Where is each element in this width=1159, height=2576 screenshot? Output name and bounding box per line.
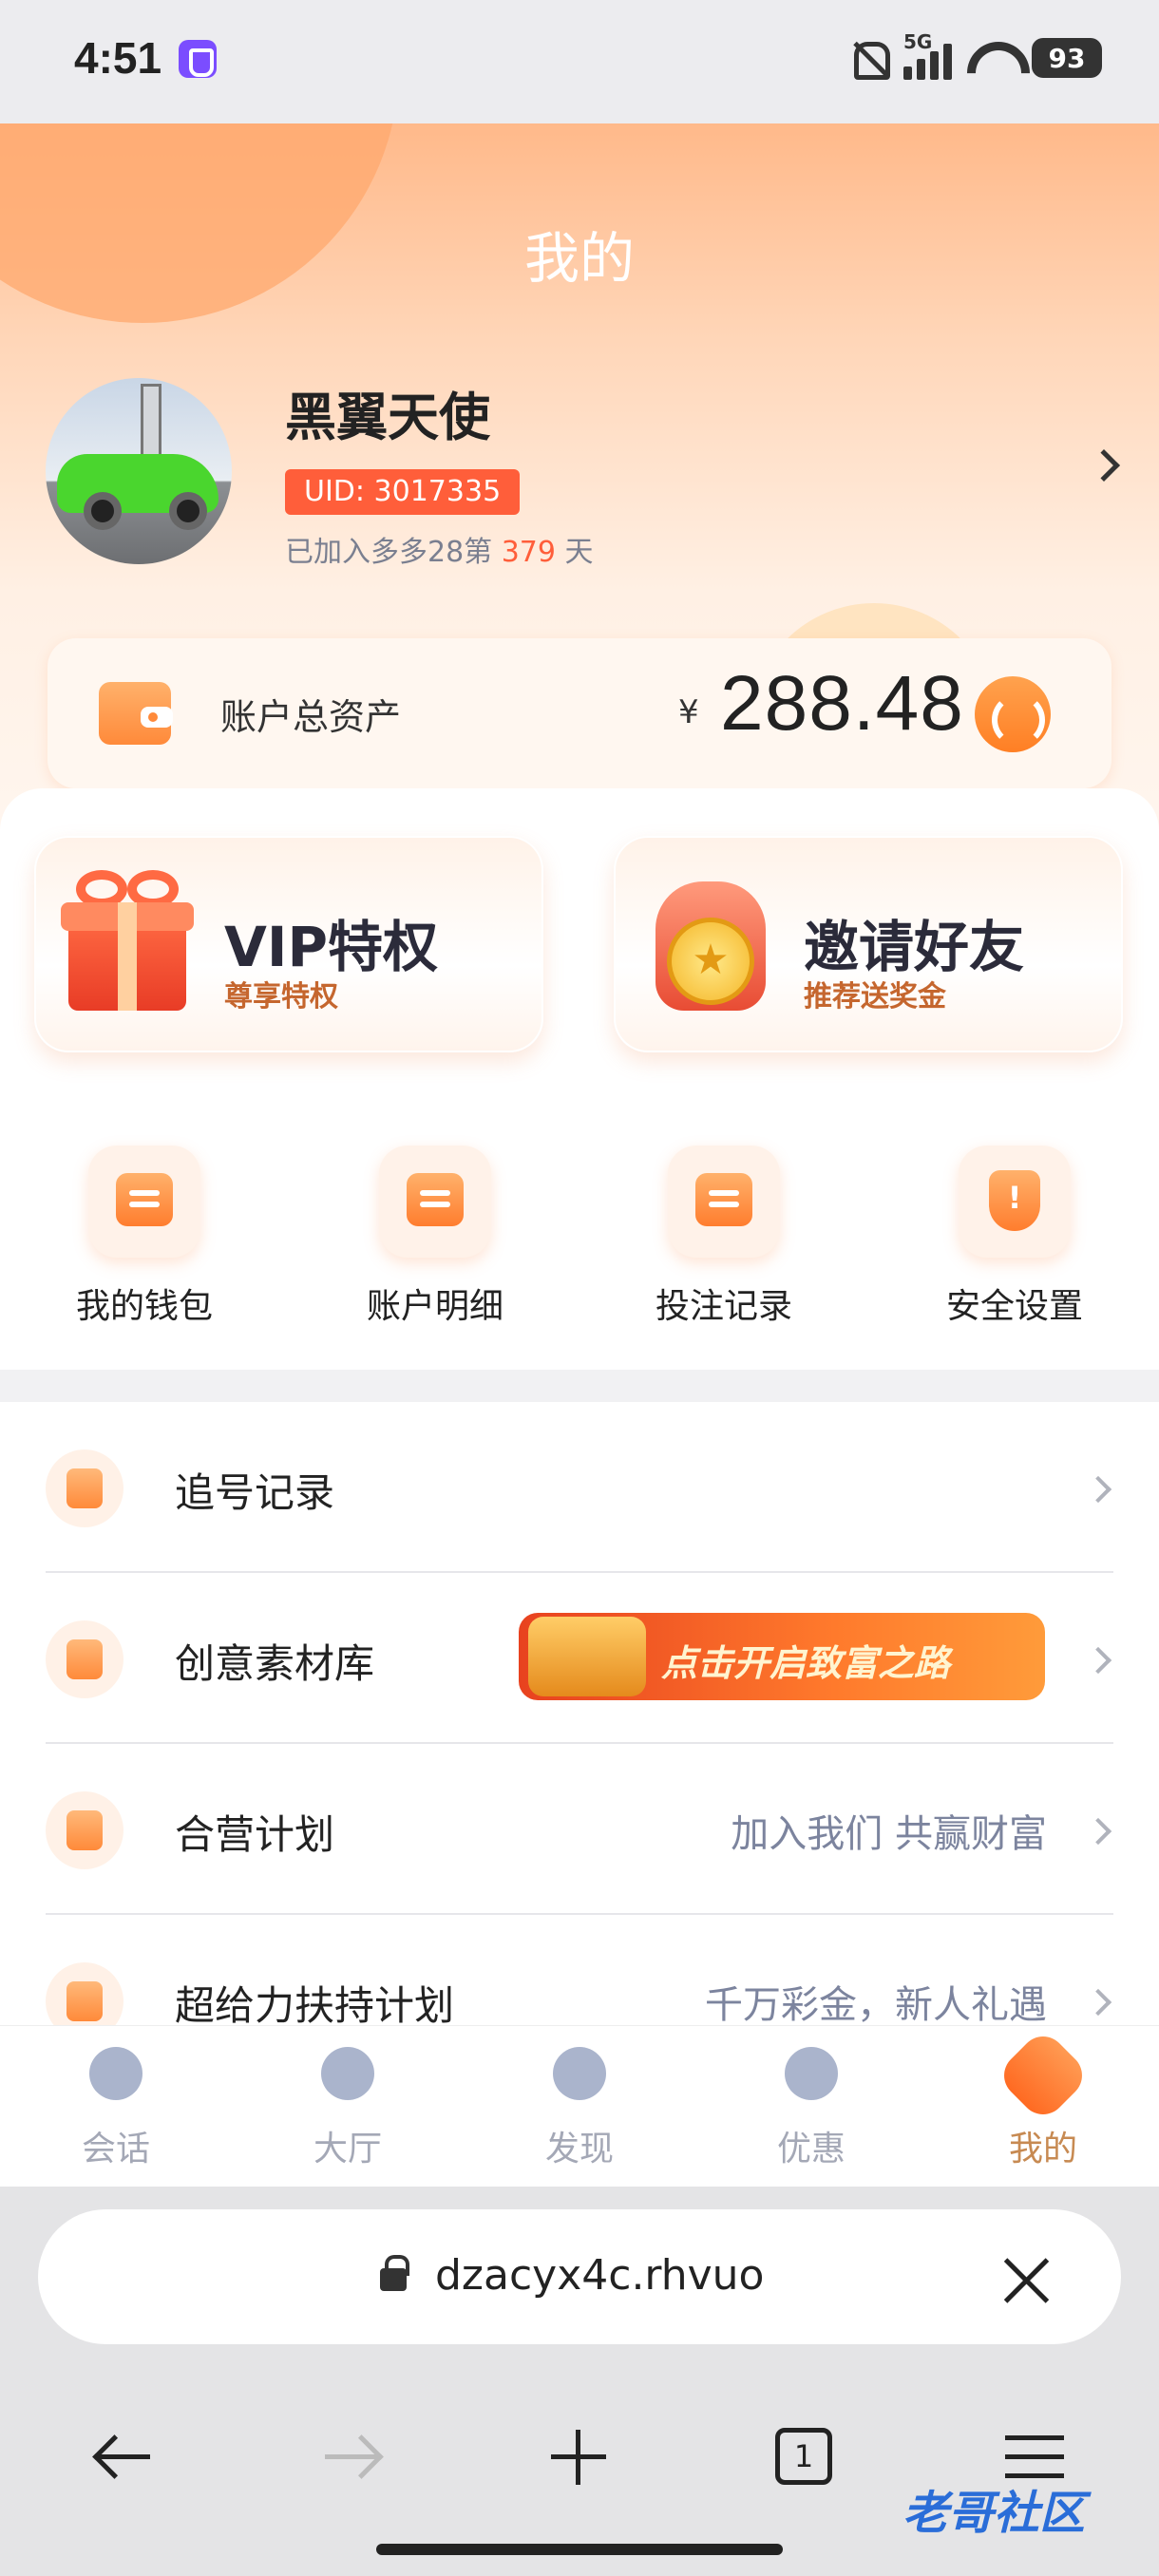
url-text[interactable]: dzacyx4c.rhvuo (435, 2251, 787, 2300)
tab-lobby[interactable]: 大厅 (253, 2047, 443, 2180)
invite-friends-card[interactable]: 邀请好友 推荐送奖金 (614, 836, 1123, 1052)
shield-icon (959, 1146, 1071, 1258)
username: 黑翼天使 (285, 388, 490, 447)
tab-label: 会话 (81, 2130, 150, 2169)
list-item-follow-record[interactable]: 追号记录 (46, 1402, 1113, 1573)
network-type: 5G (903, 30, 933, 53)
vip-privilege-card[interactable]: VIP特权 尊享特权 (34, 836, 543, 1052)
list-item-partner-plan[interactable]: 合营计划 加入我们 共赢财富 (46, 1744, 1113, 1915)
join-prefix: 已加入多多28第 (285, 536, 502, 569)
tab-label: 我的 (1008, 2130, 1077, 2169)
quick-action-statement[interactable]: 账户明细 (331, 1136, 540, 1326)
battery-indicator: 93 (1032, 38, 1102, 78)
quick-action-security[interactable]: 安全设置 (910, 1136, 1119, 1326)
join-info: 已加入多多28第 379 天 (285, 528, 594, 570)
tab-label: 发现 (544, 2130, 614, 2169)
tab-count: 1 (775, 2428, 832, 2485)
wallet-icon (99, 676, 173, 748)
promo-title: VIP特权 (224, 915, 438, 979)
coin-hand-icon (635, 862, 787, 1022)
chevron-right-icon (1084, 1475, 1112, 1504)
status-time: 4:51 (74, 33, 162, 83)
bottom-tab-bar: 会话 大厅 发现 优惠 我的 (0, 2025, 1159, 2187)
tab-mine[interactable]: 我的 (948, 2027, 1138, 2180)
home-indicator[interactable] (376, 2544, 783, 2555)
address-bar[interactable]: dzacyx4c.rhvuo (38, 2209, 1121, 2344)
tab-offers[interactable]: 优惠 (716, 2047, 906, 2180)
avatar[interactable] (46, 378, 232, 564)
chevron-right-icon (1084, 1988, 1112, 2017)
promo-subtitle: 尊享特权 (224, 980, 338, 1013)
forward-button[interactable] (310, 2415, 395, 2500)
refresh-button[interactable] (975, 676, 1051, 752)
list-item-detail: 千万彩金，新人礼遇 (705, 1983, 1047, 2027)
page-title: 我的 (523, 226, 635, 291)
tab-discover[interactable]: 发现 (484, 2047, 674, 2180)
tab-label: 大厅 (313, 2130, 382, 2169)
join-suffix: 天 (555, 536, 594, 569)
menu-list: 追号记录 创意素材库 点击开启致富之路 合营计划 加入我们 共赢财富 超给力扶持… (0, 1402, 1159, 2029)
browser-toolbar: dzacyx4c.rhvuo 1 老哥社区 (0, 2187, 1159, 2576)
quick-action-label: 我的钱包 (75, 1287, 213, 1326)
promo-title: 邀请好友 (804, 915, 1025, 979)
yen-coupon-icon (785, 2047, 838, 2100)
status-icons: 5G 93 (846, 30, 1102, 84)
list-item-label: 超给力扶持计划 (175, 1982, 455, 2029)
bell-muted-icon (846, 36, 890, 80)
new-tab-button[interactable] (536, 2415, 621, 2500)
status-bar: 4:51 5G 93 (0, 0, 1159, 123)
banner-text: 点击开启致富之路 (661, 1642, 951, 1684)
user-icon (995, 2027, 1092, 2124)
asset-label: 账户总资产 (220, 696, 402, 738)
list-item-label: 创意素材库 (175, 1640, 375, 1687)
back-button[interactable] (82, 2415, 167, 2500)
uid-badge: UID: 3017335 (285, 469, 521, 515)
golden-bull-icon (528, 1617, 646, 1696)
list-item-label: 追号记录 (175, 1469, 335, 1516)
compass-icon (553, 2047, 606, 2100)
list-item-creative-library[interactable]: 创意素材库 点击开启致富之路 (46, 1573, 1113, 1744)
promo-banner[interactable]: 点击开启致富之路 (519, 1613, 1045, 1700)
watermark-logo: 老哥社区 (902, 2487, 1086, 2540)
bet-record-icon (668, 1146, 780, 1258)
promo-subtitle: 推荐送奖金 (804, 980, 946, 1013)
gift-icon (55, 870, 198, 1013)
list-item-detail: 加入我们 共赢财富 (731, 1812, 1047, 1856)
statement-icon (379, 1146, 491, 1258)
qr-code-icon (46, 1791, 124, 1869)
gift-icon (46, 1962, 124, 2029)
wallet-icon (88, 1146, 200, 1258)
quick-action-wallet[interactable]: 我的钱包 (40, 1136, 249, 1326)
currency-symbol: ¥ (678, 693, 699, 731)
asset-amount: 288.48 (720, 660, 964, 747)
vpn-shield-icon (179, 40, 217, 78)
quick-actions: 我的钱包 账户明细 投注记录 安全设置 (0, 1136, 1159, 1326)
list-item-support-plan[interactable]: 超给力扶持计划 千万彩金，新人礼遇 (46, 1915, 1113, 2029)
chevron-right-icon (1084, 1817, 1112, 1846)
tabs-button[interactable]: 1 (762, 2415, 847, 2500)
tab-chat[interactable]: 会话 (21, 2047, 211, 2180)
chevron-right-icon (1084, 1646, 1112, 1675)
quick-action-bet-record[interactable]: 投注记录 (619, 1136, 828, 1326)
tab-label: 优惠 (776, 2130, 846, 2169)
lock-icon (380, 2255, 409, 2291)
signal-icon: 5G (903, 30, 952, 80)
wifi-icon (965, 36, 1018, 80)
bank-icon (321, 2047, 374, 2100)
quick-action-label: 账户明细 (366, 1287, 504, 1326)
chat-bubble-icon (89, 2047, 142, 2100)
clipboard-icon (46, 1449, 124, 1527)
quick-action-label: 安全设置 (945, 1287, 1083, 1326)
close-icon[interactable] (1003, 2255, 1051, 2302)
quick-action-label: 投注记录 (655, 1287, 792, 1326)
list-item-label: 合营计划 (175, 1811, 335, 1858)
image-icon (46, 1620, 124, 1698)
join-days: 379 (501, 536, 556, 569)
asset-card: 账户总资产 ¥ 288.48 (48, 638, 1112, 788)
